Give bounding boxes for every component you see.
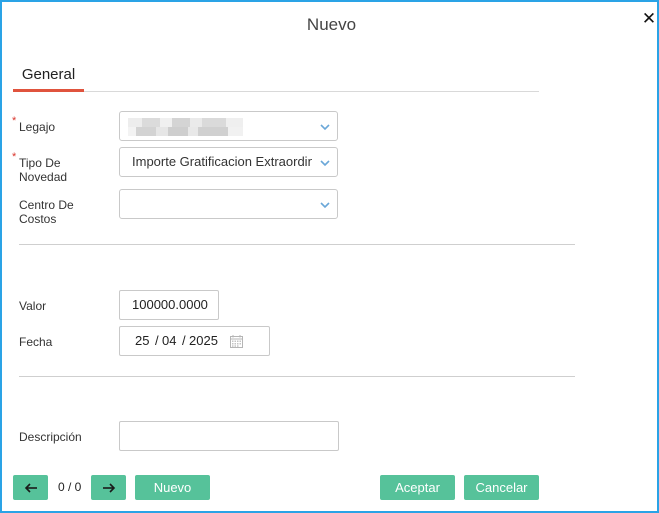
tab-general[interactable]: General: [13, 62, 84, 92]
legajo-select[interactable]: [119, 111, 338, 141]
tipo-novedad-label-line2: Novedad: [19, 170, 68, 184]
tipo-novedad-value: Importe Gratificacion Extraordinaria: [132, 154, 312, 169]
arrow-right-icon: [102, 483, 115, 493]
aceptar-button[interactable]: Aceptar: [380, 475, 455, 500]
fecha-separator: /: [155, 333, 159, 348]
descripcion-label: Descripción: [19, 430, 82, 444]
fecha-label: Fecha: [19, 335, 53, 349]
cancelar-button[interactable]: Cancelar: [464, 475, 539, 500]
chevron-down-icon: [320, 202, 330, 209]
legajo-redacted-value: [128, 118, 243, 136]
record-counter: 0 / 0: [58, 480, 82, 494]
required-mark-tipo-novedad: *: [12, 151, 17, 163]
fecha-date-input[interactable]: 25 / 04 / 2025: [119, 326, 270, 356]
section-divider: [19, 244, 575, 245]
nuevo-dialog: Nuevo ✕ General * Legajo * Tipo De Noved…: [0, 0, 659, 513]
dialog-title: Nuevo: [306, 15, 357, 34]
previous-record-button[interactable]: [13, 475, 48, 500]
next-record-button[interactable]: [91, 475, 126, 500]
arrow-left-icon: [24, 483, 37, 493]
required-mark-legajo: *: [12, 115, 17, 127]
tab-strip: General: [13, 62, 539, 92]
chevron-down-icon: [320, 160, 330, 167]
tipo-novedad-select[interactable]: Importe Gratificacion Extraordinaria: [119, 147, 338, 177]
calendar-icon[interactable]: [230, 335, 243, 348]
fecha-year[interactable]: 2025: [189, 327, 218, 355]
centro-costos-label: Centro De Costos: [19, 198, 74, 226]
valor-label: Valor: [19, 299, 47, 313]
centro-costos-label-line1: Centro De: [19, 198, 74, 212]
section-divider: [19, 376, 575, 377]
tipo-novedad-label: Tipo De Novedad: [19, 156, 67, 184]
descripcion-input[interactable]: [119, 421, 339, 451]
fecha-month[interactable]: 04: [162, 327, 176, 355]
legajo-label: Legajo: [19, 120, 56, 134]
centro-costos-label-line2: Costos: [19, 212, 57, 226]
close-icon[interactable]: ✕: [641, 10, 657, 28]
fecha-day[interactable]: 25: [135, 327, 149, 355]
chevron-down-icon: [320, 124, 330, 131]
centro-costos-select[interactable]: [119, 189, 338, 219]
nuevo-button[interactable]: Nuevo: [135, 475, 210, 500]
tipo-novedad-label-line1: Tipo De: [19, 156, 61, 170]
fecha-separator: /: [182, 333, 186, 348]
valor-input[interactable]: 100000.0000: [119, 290, 219, 320]
